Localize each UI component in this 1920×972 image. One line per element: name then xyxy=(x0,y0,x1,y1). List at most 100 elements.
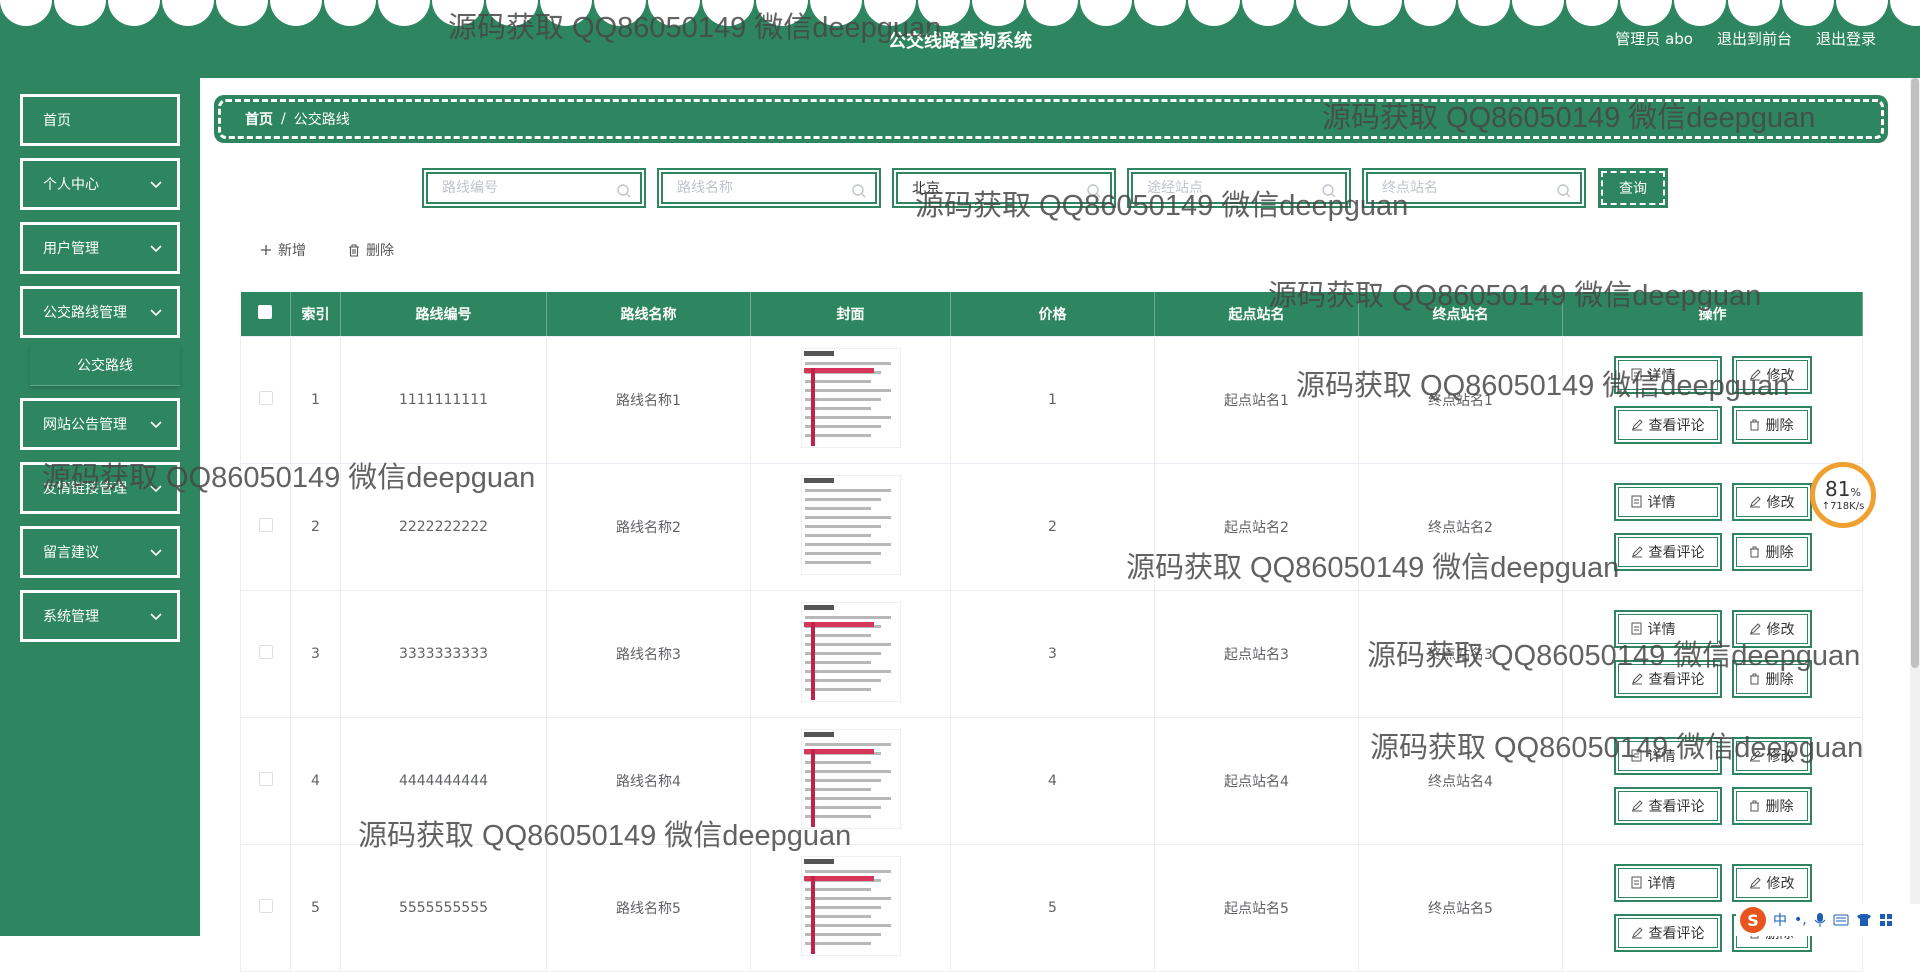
ime-toolbar[interactable]: S 中 •, xyxy=(1736,904,1920,936)
sidebar-item-announcement-management[interactable]: 网站公告管理 xyxy=(20,398,180,450)
view-comments-button[interactable]: 查看评论 xyxy=(1613,532,1722,571)
delete-button[interactable]: 删除 xyxy=(1731,532,1812,571)
keyboard-icon[interactable] xyxy=(1833,914,1849,926)
delete-button[interactable]: 删除 xyxy=(1731,405,1812,444)
select-all-checkbox[interactable] xyxy=(258,304,273,319)
cell-cover xyxy=(750,462,951,591)
scallop-circle xyxy=(1026,0,1078,26)
cell-start-station: 起点站名5 xyxy=(1154,843,1359,972)
city-search xyxy=(892,168,1116,208)
edit-icon xyxy=(1631,799,1643,811)
op-button-inner: 详情 xyxy=(1617,486,1718,517)
sidebar-item-user-management[interactable]: 用户管理 xyxy=(20,222,180,274)
breadcrumb-home[interactable]: 首页 xyxy=(245,109,273,129)
ime-punct[interactable]: •, xyxy=(1794,912,1807,928)
city-input[interactable] xyxy=(898,174,1110,202)
microphone-icon[interactable] xyxy=(1814,912,1826,928)
cell-route-name: 路线名称4 xyxy=(546,716,751,845)
op-button-inner: 查看评论 xyxy=(1617,536,1718,567)
route-no-input[interactable] xyxy=(428,174,640,202)
cell-price: 4 xyxy=(950,716,1155,845)
op-button-inner: 详情 xyxy=(1617,613,1718,644)
scrollbar-thumb[interactable] xyxy=(1911,78,1919,668)
edit-button[interactable]: 修改 xyxy=(1731,736,1812,775)
skin-icon[interactable] xyxy=(1856,913,1872,927)
edit-button[interactable]: 修改 xyxy=(1731,609,1812,648)
op-button-label: 删除 xyxy=(1765,798,1794,815)
scallop-circle xyxy=(1836,0,1888,26)
sidebar-item-label: 留言建议 xyxy=(43,545,99,561)
cell-index: 2 xyxy=(290,462,341,591)
op-grid: 详情 修改查看评论 删除 xyxy=(1563,736,1862,825)
detail-button[interactable]: 详情 xyxy=(1613,736,1722,775)
network-speed-widget[interactable]: 81% ↑718K/s xyxy=(1810,462,1876,528)
sidebar-item-friendlink-management[interactable]: 友情链接管理 xyxy=(20,462,180,514)
view-comments-button[interactable]: 查看评论 xyxy=(1613,405,1722,444)
col-route-name: 路线名称 xyxy=(546,292,751,336)
chevron-down-icon xyxy=(150,485,162,493)
sidebar-item-system-management[interactable]: 系统管理 xyxy=(20,590,180,642)
edit-icon xyxy=(1631,672,1643,684)
col-cover: 封面 xyxy=(750,292,951,336)
scallop-circle xyxy=(1674,0,1726,26)
view-comments-button[interactable]: 查看评论 xyxy=(1613,913,1722,952)
admin-label: 管理员 abo xyxy=(1615,30,1693,48)
document-icon xyxy=(1631,876,1641,889)
view-comments-button[interactable]: 查看评论 xyxy=(1613,786,1722,825)
detail-button[interactable]: 详情 xyxy=(1613,609,1722,648)
edit-button[interactable]: 修改 xyxy=(1731,482,1812,521)
route-name-input[interactable] xyxy=(663,174,875,202)
row-select-cell xyxy=(240,843,291,972)
op-button-label: 查看评论 xyxy=(1648,925,1705,942)
view-comments-button[interactable]: 查看评论 xyxy=(1613,659,1722,698)
route-table: 索引 路线编号 路线名称 封面 价格 起点站名 终点站名 操作 1 1111111… xyxy=(240,292,1863,972)
row-checkbox[interactable] xyxy=(258,517,273,532)
exit-to-front-link[interactable]: 退出到前台 xyxy=(1717,28,1792,49)
sidebar-item-personal-center[interactable]: 个人中心 xyxy=(20,158,180,210)
row-checkbox[interactable] xyxy=(258,390,273,405)
cell-route-no: 3333333333 xyxy=(340,589,547,718)
delete-button[interactable]: 删除 xyxy=(1731,786,1812,825)
sidebar-item-bus-route-management[interactable]: 公交路线管理 xyxy=(20,286,180,338)
row-checkbox[interactable] xyxy=(258,771,273,786)
ime-mode[interactable]: 中 xyxy=(1773,910,1787,930)
op-button-inner: 删除 xyxy=(1735,790,1808,821)
detail-button[interactable]: 详情 xyxy=(1613,482,1722,521)
search-box-inner xyxy=(1131,172,1347,204)
scallop-circle xyxy=(162,0,214,26)
delete-button[interactable]: 删除 xyxy=(1731,659,1812,698)
sidebar-item-home[interactable]: 首页 xyxy=(20,94,180,146)
scallop-circle xyxy=(486,0,538,26)
scallop-circle xyxy=(1134,0,1186,26)
batch-delete-button[interactable]: 删除 xyxy=(348,240,394,260)
op-button-inner: 查看评论 xyxy=(1617,917,1718,948)
row-checkbox[interactable] xyxy=(258,898,273,913)
page-scrollbar[interactable] xyxy=(1910,78,1920,936)
cell-end-station: 终点站名5 xyxy=(1358,843,1563,972)
scallop-decoration xyxy=(0,0,1920,26)
scallop-circle xyxy=(108,0,160,26)
detail-button[interactable]: 详情 xyxy=(1613,863,1722,902)
sidebar-subitem-bus-route[interactable]: 公交路线 xyxy=(30,344,180,386)
op-button-inner: 修改 xyxy=(1735,867,1808,898)
sidebar-item-feedback[interactable]: 留言建议 xyxy=(20,526,180,578)
row-checkbox[interactable] xyxy=(258,644,273,659)
trash-icon xyxy=(1749,800,1759,811)
route-name-search xyxy=(657,168,881,208)
end-station-input[interactable] xyxy=(1368,174,1580,202)
add-button[interactable]: 新增 xyxy=(260,240,306,260)
edit-icon xyxy=(1749,876,1761,888)
ime-logo-icon[interactable]: S xyxy=(1740,907,1766,933)
query-button[interactable]: 查询 xyxy=(1598,168,1668,208)
op-button-inner: 查看评论 xyxy=(1617,409,1718,440)
op-button-inner: 修改 xyxy=(1735,740,1808,771)
via-station-input[interactable] xyxy=(1133,174,1345,202)
logout-link[interactable]: 退出登录 xyxy=(1816,28,1876,49)
end-station-search xyxy=(1362,168,1586,208)
edit-button[interactable]: 修改 xyxy=(1731,863,1812,902)
scallop-circle xyxy=(432,0,484,26)
edit-button[interactable]: 修改 xyxy=(1731,355,1812,394)
row-select-cell xyxy=(240,335,291,464)
grid-icon[interactable] xyxy=(1879,913,1893,927)
detail-button[interactable]: 详情 xyxy=(1613,355,1722,394)
